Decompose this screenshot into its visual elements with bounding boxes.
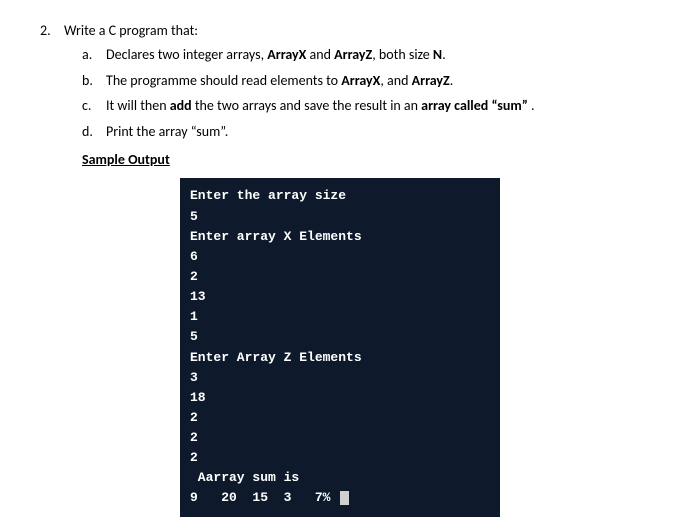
item-d: d. Print the array “sum”. <box>82 122 660 142</box>
terminal-line: 13 <box>190 289 206 304</box>
sample-output-heading: Sample Output <box>82 151 660 168</box>
bold-part: ArrayZ <box>334 46 372 63</box>
item-letter: b. <box>82 71 106 91</box>
terminal-line: 5 <box>190 329 198 344</box>
text-part: , and <box>380 72 411 89</box>
text-part: and <box>306 46 334 63</box>
terminal-line: Aarray sum is <box>190 470 299 485</box>
terminal-line: Enter the array size <box>190 188 346 203</box>
text-part: the two arrays and save the result in an <box>192 97 421 114</box>
text-part: It will then <box>106 97 170 114</box>
terminal-line: 2 <box>190 269 198 284</box>
terminal-output: Enter the array size 5 Enter array X Ele… <box>180 178 500 516</box>
bold-part: ArrayZ <box>412 72 450 89</box>
item-b: b. The programme should read elements to… <box>82 71 660 91</box>
text-part: , both size <box>372 46 433 63</box>
terminal-line: 5 <box>190 209 198 224</box>
text-part: . <box>450 72 454 89</box>
text-part: Declares two integer arrays, <box>106 46 267 63</box>
text-part: . <box>528 97 535 114</box>
item-text: It will then add the two arrays and save… <box>106 96 660 116</box>
text-part: The programme should read elements to <box>106 72 341 89</box>
terminal-line: 9 20 15 3 7% <box>190 490 338 505</box>
sub-list: a. Declares two integer arrays, ArrayX a… <box>82 45 660 141</box>
question-row: 2. Write a C program that: <box>40 22 660 39</box>
terminal-line: 3 <box>190 370 198 385</box>
item-letter: c. <box>82 96 106 116</box>
cursor-icon <box>340 491 349 505</box>
item-letter: d. <box>82 122 106 142</box>
terminal-line: 18 <box>190 390 206 405</box>
text-part: Print the array “sum”. <box>106 123 228 140</box>
item-text: The programme should read elements to Ar… <box>106 71 660 91</box>
text-part: . <box>442 46 446 63</box>
item-text: Declares two integer arrays, ArrayX and … <box>106 45 660 65</box>
terminal-line: Enter array X Elements <box>190 229 362 244</box>
bold-part: ArrayX <box>267 46 306 63</box>
terminal-line: 2 <box>190 450 198 465</box>
terminal-line: Enter Array Z Elements <box>190 350 362 365</box>
item-a: a. Declares two integer arrays, ArrayX a… <box>82 45 660 65</box>
question-text: Write a C program that: <box>64 22 660 39</box>
bold-part: ArrayX <box>341 72 380 89</box>
terminal-line: 2 <box>190 430 198 445</box>
bold-part: add <box>170 97 192 114</box>
terminal-line: 6 <box>190 249 198 264</box>
question-number: 2. <box>40 22 64 39</box>
bold-part: N <box>433 46 442 63</box>
item-letter: a. <box>82 45 106 65</box>
bold-part: array called “sum” <box>421 97 528 114</box>
terminal-line: 1 <box>190 309 198 324</box>
item-text: Print the array “sum”. <box>106 122 660 142</box>
item-c: c. It will then add the two arrays and s… <box>82 96 660 116</box>
terminal-line: 2 <box>190 410 198 425</box>
